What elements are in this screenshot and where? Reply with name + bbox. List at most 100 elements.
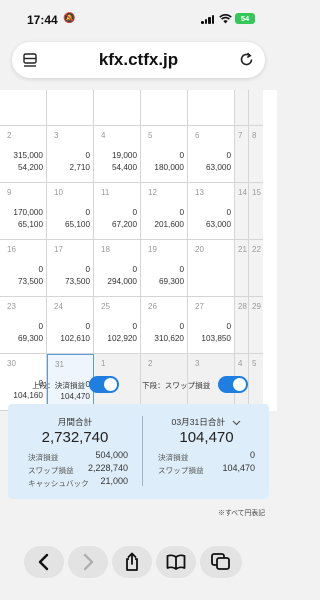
calendar-day-cell[interactable]: 27 0 103,850 bbox=[188, 297, 235, 354]
status-bar: 17:44 🔕 54 bbox=[0, 0, 277, 40]
day-number: 26 bbox=[148, 302, 157, 311]
day-number: 6 bbox=[195, 131, 200, 140]
swap-pnl-value: 102,920 bbox=[107, 334, 137, 343]
calendar-day-cell[interactable] bbox=[141, 90, 188, 126]
day-number: 16 bbox=[7, 245, 16, 254]
settlement-pnl-value: 0 bbox=[132, 208, 137, 217]
share-icon bbox=[126, 552, 138, 571]
calendar-day-cell[interactable]: 5 0 180,000 bbox=[141, 126, 188, 183]
calendar-day-cell[interactable]: 10 0 65,100 bbox=[47, 183, 94, 240]
swap-pnl-value: 67,200 bbox=[111, 220, 137, 229]
swap-pnl-value: 180,000 bbox=[154, 163, 184, 172]
calendar-day-cell[interactable]: 13 0 63,000 bbox=[188, 183, 235, 240]
calendar-day-cell[interactable] bbox=[0, 90, 47, 126]
calendar-day-cell[interactable]: 16 0 73,500 bbox=[0, 240, 47, 297]
day-number: 4 bbox=[101, 131, 106, 140]
swap-pnl-value: 65,100 bbox=[17, 220, 43, 229]
calendar-day-cell[interactable]: 6 0 63,000 bbox=[188, 126, 235, 183]
battery-icon: 54 bbox=[235, 13, 255, 24]
swap-pnl-value: 69,300 bbox=[17, 334, 43, 343]
reload-icon[interactable] bbox=[238, 51, 255, 68]
upper-row-toggle[interactable] bbox=[89, 376, 119, 393]
monthly-title: 月間合計 bbox=[57, 417, 93, 427]
status-time: 17:44 bbox=[27, 13, 58, 27]
daily-title[interactable]: 03月31日合計 bbox=[172, 417, 226, 427]
chevron-down-icon[interactable] bbox=[232, 420, 241, 426]
back-button[interactable] bbox=[24, 546, 64, 578]
calendar-weekend-cell[interactable]: 15 bbox=[249, 183, 263, 240]
settlement-pnl-value: 170,000 bbox=[13, 208, 43, 217]
calendar-day-cell[interactable] bbox=[94, 90, 141, 126]
swap-pnl-value: 294,000 bbox=[107, 277, 137, 286]
date-selector[interactable]: 03月31日合計 bbox=[144, 416, 269, 428]
calendar-weekend-cell[interactable] bbox=[249, 90, 263, 126]
day-number: 29 bbox=[252, 302, 261, 311]
share-button[interactable] bbox=[112, 546, 152, 578]
swap-pnl-value: 69,300 bbox=[158, 277, 184, 286]
calendar-weekend-cell[interactable]: 14 bbox=[235, 183, 249, 240]
calendar-day-cell[interactable]: 26 0 310,620 bbox=[141, 297, 188, 354]
calendar-weekend-cell[interactable]: 28 bbox=[235, 297, 249, 354]
day-number: 22 bbox=[252, 245, 261, 254]
settlement-pnl-value: 0 bbox=[132, 322, 137, 331]
calendar-day-cell[interactable]: 18 0 294,000 bbox=[94, 240, 141, 297]
calendar-day-cell[interactable]: 2 315,000 54,200 bbox=[0, 126, 47, 183]
calendar-weekend-cell[interactable]: 7 bbox=[235, 126, 249, 183]
day-number: 8 bbox=[252, 131, 257, 140]
calendar-day-cell[interactable]: 9 170,000 65,100 bbox=[0, 183, 47, 240]
calendar-week-row: 2 315,000 54,200 3 0 2,710 4 19,000 54,400 5 0 180,… bbox=[0, 126, 277, 183]
calendar-day-cell[interactable]: 12 0 201,600 bbox=[141, 183, 188, 240]
calendar-week-row bbox=[0, 90, 277, 126]
day-number: 10 bbox=[54, 188, 63, 197]
swap-pnl-value: 54,400 bbox=[111, 163, 137, 172]
daily-line-value: 104,470 bbox=[222, 463, 255, 473]
address-bar[interactable]: kfx.ctfx.jp bbox=[12, 42, 265, 78]
calendar-day-cell[interactable]: 3 0 2,710 bbox=[47, 126, 94, 183]
day-number: 27 bbox=[195, 302, 204, 311]
swap-pnl-value: 2,710 bbox=[69, 163, 91, 172]
chevron-left-icon bbox=[38, 553, 49, 571]
url-text[interactable]: kfx.ctfx.jp bbox=[52, 50, 225, 70]
bookmarks-button[interactable] bbox=[156, 546, 196, 578]
monthly-line-value: 504,000 bbox=[95, 450, 128, 460]
calendar-weekend-cell[interactable]: 29 bbox=[249, 297, 263, 354]
calendar-day-cell[interactable]: 4 19,000 54,400 bbox=[94, 126, 141, 183]
calendar-weekend-cell[interactable]: 22 bbox=[249, 240, 263, 297]
daily-line-label: スワップ損益 bbox=[158, 466, 204, 475]
lower-row-toggle[interactable] bbox=[218, 376, 248, 393]
day-number: 4 bbox=[238, 359, 243, 368]
calendar-weekend-cell[interactable]: 8 bbox=[249, 126, 263, 183]
swap-pnl-value: 73,500 bbox=[17, 277, 43, 286]
calendar-weekend-cell[interactable]: 21 bbox=[235, 240, 249, 297]
calendar-day-cell[interactable] bbox=[47, 90, 94, 126]
calendar-day-cell[interactable]: 25 0 102,920 bbox=[94, 297, 141, 354]
calendar-weekend-cell[interactable] bbox=[235, 90, 249, 126]
day-number: 23 bbox=[7, 302, 16, 311]
monthly-line-label: 決済損益 bbox=[28, 453, 59, 462]
page-menu-icon[interactable] bbox=[22, 52, 38, 68]
settlement-pnl-value: 0 bbox=[85, 151, 90, 160]
settlement-pnl-value: 0 bbox=[132, 265, 137, 274]
day-number: 5 bbox=[252, 359, 257, 368]
swap-pnl-value: 65,100 bbox=[64, 220, 90, 229]
calendar-day-cell[interactable]: 11 0 67,200 bbox=[94, 183, 141, 240]
summary-panel: 月間合計 2,732,740 決済損益 504,000 スワップ損益 2,228… bbox=[8, 404, 269, 499]
calendar-day-cell[interactable]: 19 0 69,300 bbox=[141, 240, 188, 297]
settlement-pnl-value: 0 bbox=[179, 322, 184, 331]
swap-pnl-value: 201,600 bbox=[154, 220, 184, 229]
swap-pnl-value: 63,000 bbox=[205, 163, 231, 172]
forward-button[interactable] bbox=[68, 546, 108, 578]
calendar-day-cell[interactable]: 17 0 73,500 bbox=[47, 240, 94, 297]
monthly-summary: 月間合計 2,732,740 決済損益 504,000 スワップ損益 2,228… bbox=[8, 404, 142, 499]
settlement-pnl-value: 0 bbox=[179, 151, 184, 160]
calendar-day-cell[interactable] bbox=[188, 90, 235, 126]
day-number: 3 bbox=[54, 131, 59, 140]
tabs-button[interactable] bbox=[200, 546, 242, 578]
chevron-right-icon bbox=[83, 553, 94, 571]
calendar-day-cell[interactable]: 24 0 102,610 bbox=[47, 297, 94, 354]
upper-row-label: 上段：決済損益 bbox=[32, 381, 86, 390]
day-number: 5 bbox=[148, 131, 153, 140]
day-number: 28 bbox=[238, 302, 247, 311]
calendar-day-cell[interactable]: 23 0 69,300 bbox=[0, 297, 47, 354]
calendar-day-cell[interactable]: 20 bbox=[188, 240, 235, 297]
